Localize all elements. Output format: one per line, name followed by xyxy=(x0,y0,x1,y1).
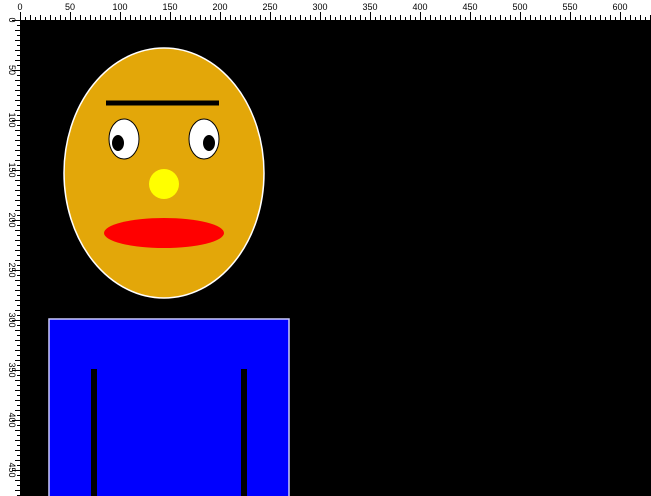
left-ruler-label: 0 xyxy=(7,17,17,22)
top-ruler-label: 100 xyxy=(112,2,127,12)
left-ruler-label: 350 xyxy=(7,362,17,377)
left-ruler-label: 400 xyxy=(7,412,17,427)
top-ruler-label: 250 xyxy=(262,2,277,12)
drawing-canvas[interactable] xyxy=(20,20,651,496)
top-ruler-label: 400 xyxy=(412,2,427,12)
top-ruler-label: 200 xyxy=(212,2,227,12)
top-ruler-label: 50 xyxy=(65,2,75,12)
nose-circle[interactable] xyxy=(149,169,179,199)
top-ruler-label: 150 xyxy=(162,2,177,12)
right-pupil[interactable] xyxy=(203,135,215,151)
left-ruler-label: 100 xyxy=(7,112,17,127)
top-ruler-label: 300 xyxy=(312,2,327,12)
left-ruler-label: 300 xyxy=(7,312,17,327)
left-ruler-label: 250 xyxy=(7,262,17,277)
mouth-shape[interactable] xyxy=(104,218,224,248)
top-ruler-label: 0 xyxy=(17,2,22,12)
left-ruler-label: 50 xyxy=(7,65,17,75)
left-ruler-label: 200 xyxy=(7,212,17,227)
top-ruler-label: 550 xyxy=(562,2,577,12)
left-ruler-label: 450 xyxy=(7,462,17,477)
drawing-stage: 0 50 100 150 200 250 300 350 400 450 500 550 600 0 50… xyxy=(0,0,651,496)
body-rectangle[interactable] xyxy=(48,318,290,496)
top-ruler-label: 350 xyxy=(362,2,377,12)
top-ruler-label: 500 xyxy=(512,2,527,12)
left-ruler-label: 150 xyxy=(7,162,17,177)
top-ruler-label: 450 xyxy=(462,2,477,12)
left-pupil[interactable] xyxy=(112,135,124,151)
top-ruler-label: 600 xyxy=(612,2,627,12)
